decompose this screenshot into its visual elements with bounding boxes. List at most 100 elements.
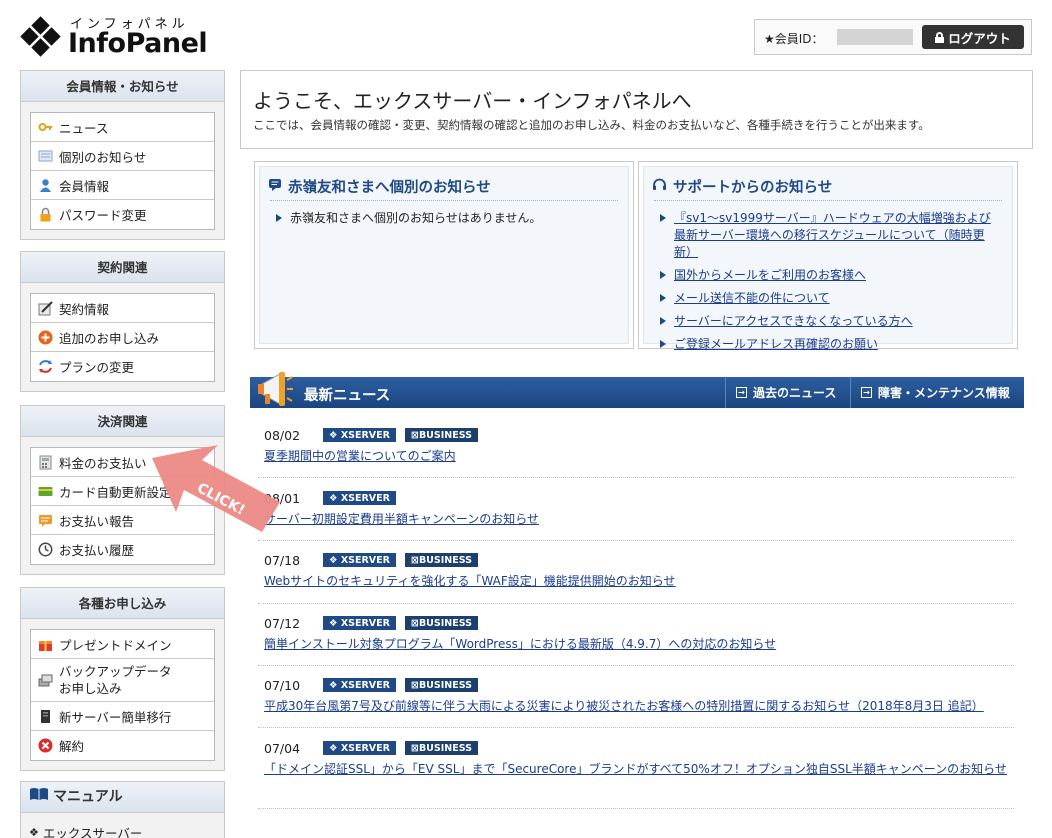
list-item: ご登録メールアドレス再確認のお願い xyxy=(658,336,1002,353)
tag-label: XSERVER xyxy=(340,679,390,691)
tag-label: XSERVER xyxy=(340,554,390,566)
manual-title: マニュアル xyxy=(53,788,123,805)
lock-icon xyxy=(935,31,945,43)
member-id-label: ★会員ID： xyxy=(764,32,824,46)
sidebar-item-label: ニュース xyxy=(59,120,109,136)
sidebar-item-backup-data[interactable]: バックアップデータ お申し込み xyxy=(31,659,214,702)
sidebar-item-personal-notice[interactable]: 個別のお知らせ xyxy=(31,142,214,171)
headset-icon xyxy=(652,178,667,196)
xserver-tag: ❖ XSERVER xyxy=(323,678,396,692)
news-item: 07/10 ❖ XSERVER ⊠ BUSINESS 平成30年台風第7号及び前線… xyxy=(264,677,1014,715)
sidebar-item-member-info[interactable]: 会員情報 xyxy=(31,171,214,200)
xserver-tag: ❖ XSERVER xyxy=(323,553,396,567)
business-tag: ⊠ BUSINESS xyxy=(404,678,478,692)
news-link[interactable]: Webサイトのセキュリティを強化する「WAF設定」機能提供開始のお知らせ xyxy=(264,573,1014,590)
support-notice-title-text: サポートからのお知らせ xyxy=(673,180,833,196)
support-link[interactable]: サーバーにアクセスできなくなっている方へ xyxy=(674,314,913,328)
sidebar-item-card-renewal[interactable]: カード自動更新設定 xyxy=(31,477,214,506)
sidebar-item-label: お申し込み xyxy=(59,681,122,696)
support-notice-list: 『sv1～sv1999サーバー』ハードウェアの大幅増強および最新サーバー環境への… xyxy=(658,210,1002,359)
news-link[interactable]: サーバー初期設定費用半額キャンペーンのお知らせ xyxy=(264,511,1014,528)
sidebar-item-contract-info[interactable]: 契約情報 xyxy=(31,294,214,323)
sidebar-item-label: プランの変更 xyxy=(59,360,135,375)
support-link[interactable]: 国外からメールをご利用のお客様へ xyxy=(674,268,866,282)
message-icon xyxy=(38,149,53,164)
maintenance-info-label: 障害・メンテナンス情報 xyxy=(878,386,1010,400)
xserver-tag: ❖ XSERVER xyxy=(323,741,396,755)
report-chat-icon xyxy=(38,513,53,528)
logout-button[interactable]: ログアウト xyxy=(922,25,1024,49)
sidebar-item-label: 解約 xyxy=(59,739,85,754)
support-link[interactable]: 『sv1～sv1999サーバー』ハードウェアの大幅増強および最新サーバー環境への… xyxy=(674,211,991,259)
credit-card-icon xyxy=(38,484,53,499)
book-icon xyxy=(29,782,49,813)
sidebar-manual-title: マニュアル xyxy=(21,782,224,813)
support-link[interactable]: ご登録メールアドレス再確認のお願い xyxy=(674,337,878,351)
sidebar-item-server-migration[interactable]: 新サーバー簡単移行 xyxy=(31,702,214,731)
tag-label: XSERVER xyxy=(340,742,390,754)
plus-circle-icon xyxy=(38,330,53,345)
sidebar-item-payment[interactable]: 料金のお支払い xyxy=(31,448,214,477)
past-news-label: 過去のニュース xyxy=(753,386,837,400)
user-icon xyxy=(38,178,53,193)
welcome-description: ここでは、会員情報の確認・変更、契約情報の確認と追加のお申し込み、料金のお支払い… xyxy=(253,118,930,132)
sidebar-item-news[interactable]: ニュース xyxy=(31,113,214,142)
sidebar-section-title: 会員情報・お知らせ xyxy=(21,71,224,102)
sidebar-item-payment-report[interactable]: お支払い報告 xyxy=(31,506,214,535)
news-item: 07/04 ❖ XSERVER ⊠ BUSINESS 「ドメイン認証SSL」から「… xyxy=(264,740,1014,778)
sidebar-item-additional-order[interactable]: 追加のお申し込み xyxy=(31,323,214,352)
logout-label: ログアウト xyxy=(948,30,1011,46)
support-link[interactable]: メール送信不能の件について xyxy=(674,291,830,305)
news-link[interactable]: 平成30年台風第7号及び前線等に伴う大雨による災害により被災されたお客様への特別… xyxy=(264,698,1014,715)
divider xyxy=(258,603,1014,604)
maintenance-info-button[interactable]: → 障害・メンテナンス情報 xyxy=(850,377,1024,408)
divider xyxy=(258,540,1014,541)
news-link[interactable]: 「ドメイン認証SSL」から「EV SSL」まで「SecureCore」ブランドが… xyxy=(264,761,1014,778)
divider xyxy=(258,808,1014,809)
news-date: 08/01 xyxy=(264,490,301,506)
personal-notice-list: 赤嶺友和さまへ個別のお知らせはありません。 xyxy=(274,210,618,233)
logo-diamond-icon xyxy=(20,16,62,60)
business-tag: ⊠ BUSINESS xyxy=(404,428,478,442)
sidebar-item-password[interactable]: パスワード変更 xyxy=(31,200,214,229)
list-item: メール送信不能の件について xyxy=(658,290,1002,307)
diamond-icon: ❖ xyxy=(29,826,39,838)
sidebar-item-label: 新サーバー簡単移行 xyxy=(59,709,172,725)
sidebar-item-label: お支払い履歴 xyxy=(59,543,135,558)
sidebar-item-label: 契約情報 xyxy=(59,301,110,317)
sidebar-section-title: 決済関連 xyxy=(21,406,224,437)
arrow-box-icon: → xyxy=(736,387,747,398)
divider xyxy=(654,200,1002,201)
swap-arrows-icon xyxy=(38,359,53,374)
news-item: 07/18 ❖ XSERVER ⊠ BUSINESS Webサイトのセキュリティを… xyxy=(264,552,1014,590)
tag-label: BUSINESS xyxy=(418,429,472,441)
sidebar-item-label: 会員情報 xyxy=(59,178,110,194)
infopanel-logo[interactable]: インフォパネル InfoPanel xyxy=(18,12,218,62)
support-notice-panel: サポートからのお知らせ 『sv1～sv1999サーバー』ハードウェアの大幅増強お… xyxy=(638,161,1018,351)
gift-icon xyxy=(38,637,53,652)
page-title: ようこそ、エックスサーバー・インフォパネルへ xyxy=(253,89,692,113)
xserver-tag: ❖ XSERVER xyxy=(323,491,396,505)
personal-notice-panel: 赤嶺友和さまへ個別のお知らせ 赤嶺友和さまへ個別のお知らせはありません。 xyxy=(254,161,634,349)
sidebar-item-manual-xserver[interactable]: ❖ エックスサーバー xyxy=(21,813,224,838)
tag-label: XSERVER xyxy=(340,617,390,629)
list-item: 国外からメールをご利用のお客様へ xyxy=(658,267,1002,284)
news-date: 07/18 xyxy=(264,552,301,568)
news-link[interactable]: 夏季期間中の営業についてのご案内 xyxy=(264,448,1014,465)
sidebar-list: 料金のお支払い カード自動更新設定 お支払い報告 お支払い履歴 xyxy=(30,447,215,565)
news-title: 最新ニュース xyxy=(304,388,391,404)
tag-label: BUSINESS xyxy=(418,742,472,754)
list-item: サーバーにアクセスできなくなっている方へ xyxy=(658,313,1002,330)
business-tag: ⊠ BUSINESS xyxy=(404,741,478,755)
xserver-tag: ❖ XSERVER xyxy=(323,428,396,442)
personal-notice-title-text: 赤嶺友和さまへ個別のお知らせ xyxy=(288,180,491,196)
sidebar-item-present-domain[interactable]: プレゼントドメイン xyxy=(31,630,214,659)
sidebar-item-cancel[interactable]: 解約 xyxy=(31,731,214,760)
sidebar-item-payment-history[interactable]: お支払い履歴 xyxy=(31,535,214,564)
news-link[interactable]: 簡単インストール対象プログラム「WordPress」における最新版（4.9.7）… xyxy=(264,636,1014,653)
personal-notice-title: 赤嶺友和さまへ個別のお知らせ xyxy=(268,176,491,197)
calculator-icon xyxy=(38,455,53,470)
past-news-button[interactable]: → 過去のニュース xyxy=(725,377,849,408)
sidebar-item-plan-change[interactable]: プランの変更 xyxy=(31,352,214,381)
member-id-value-redacted xyxy=(837,29,913,45)
